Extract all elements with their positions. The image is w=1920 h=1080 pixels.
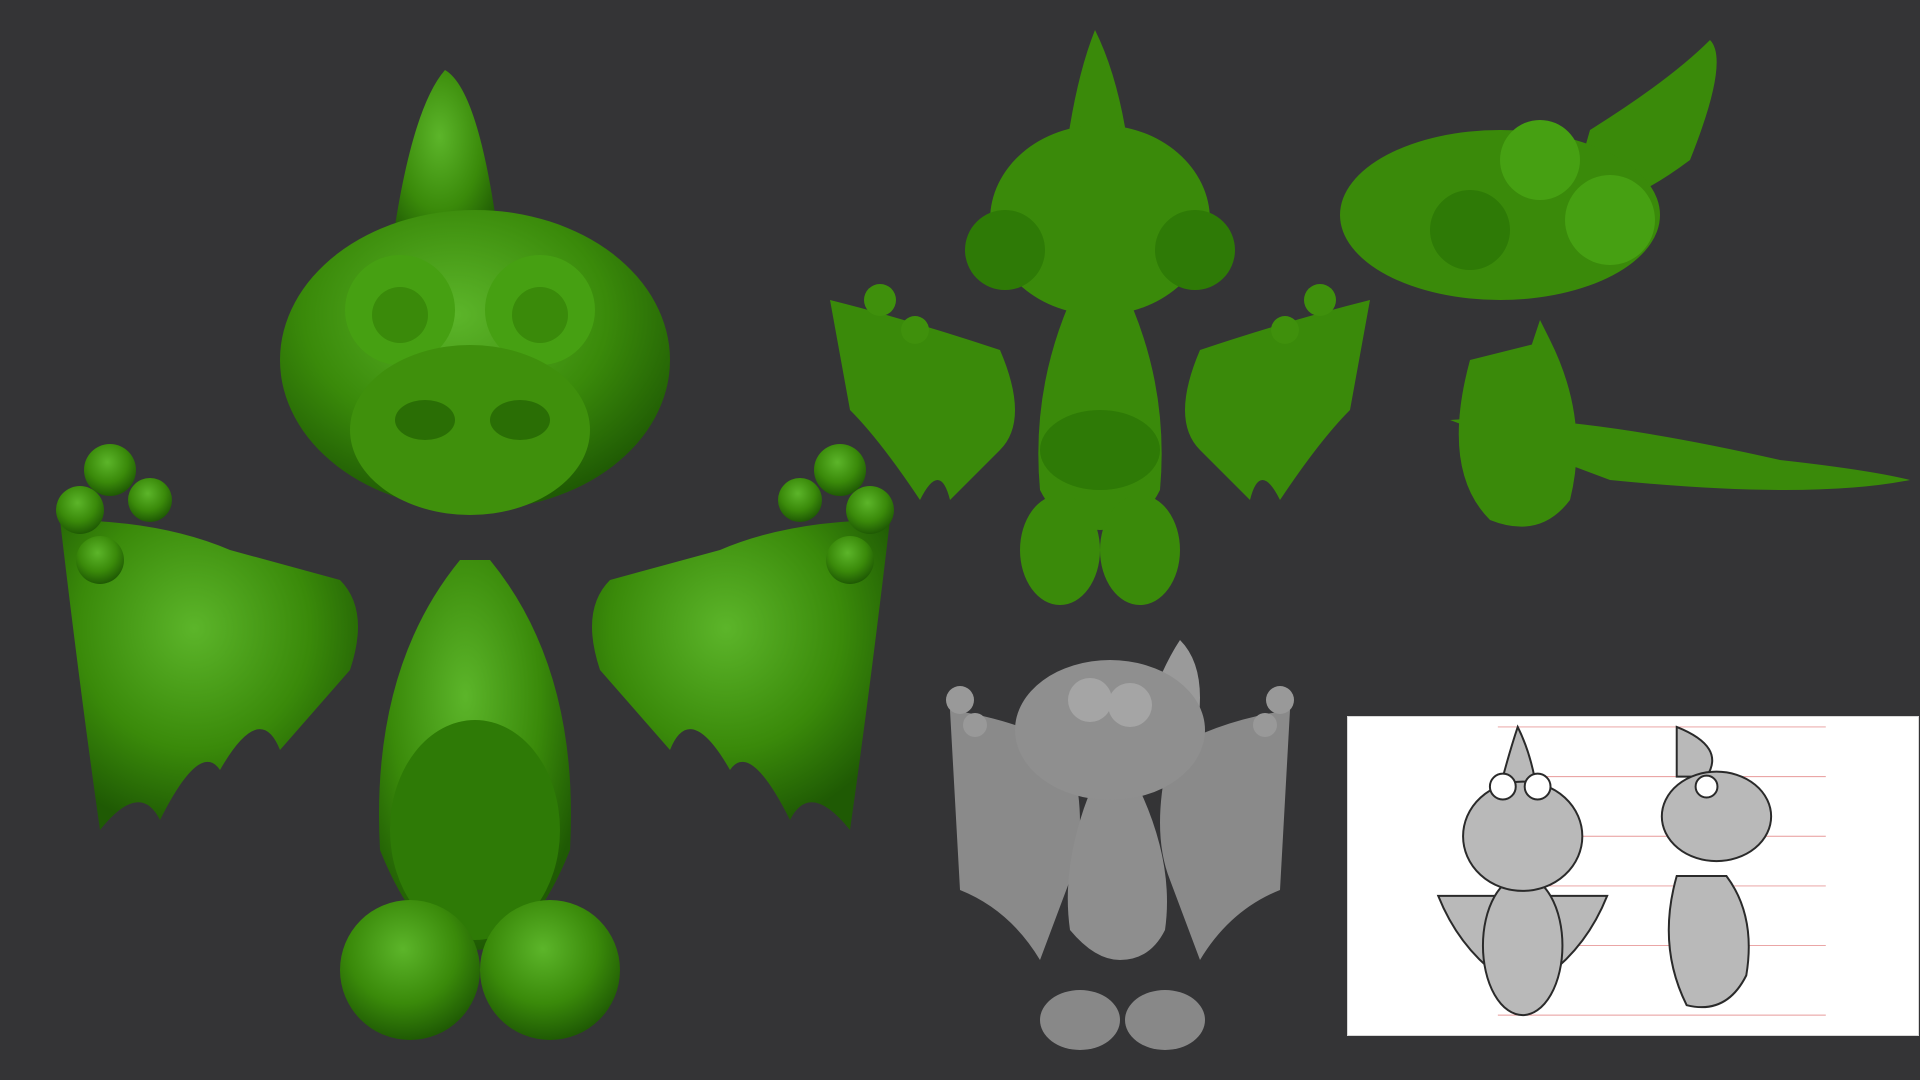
front-small-render [830, 20, 1370, 620]
front-view-render [40, 50, 910, 1060]
grey-preview-render [920, 630, 1320, 1060]
side-view-render [1310, 20, 1920, 640]
reference-sheet [1347, 716, 1919, 1036]
sculpt-viewport[interactable] [0, 0, 1920, 1080]
